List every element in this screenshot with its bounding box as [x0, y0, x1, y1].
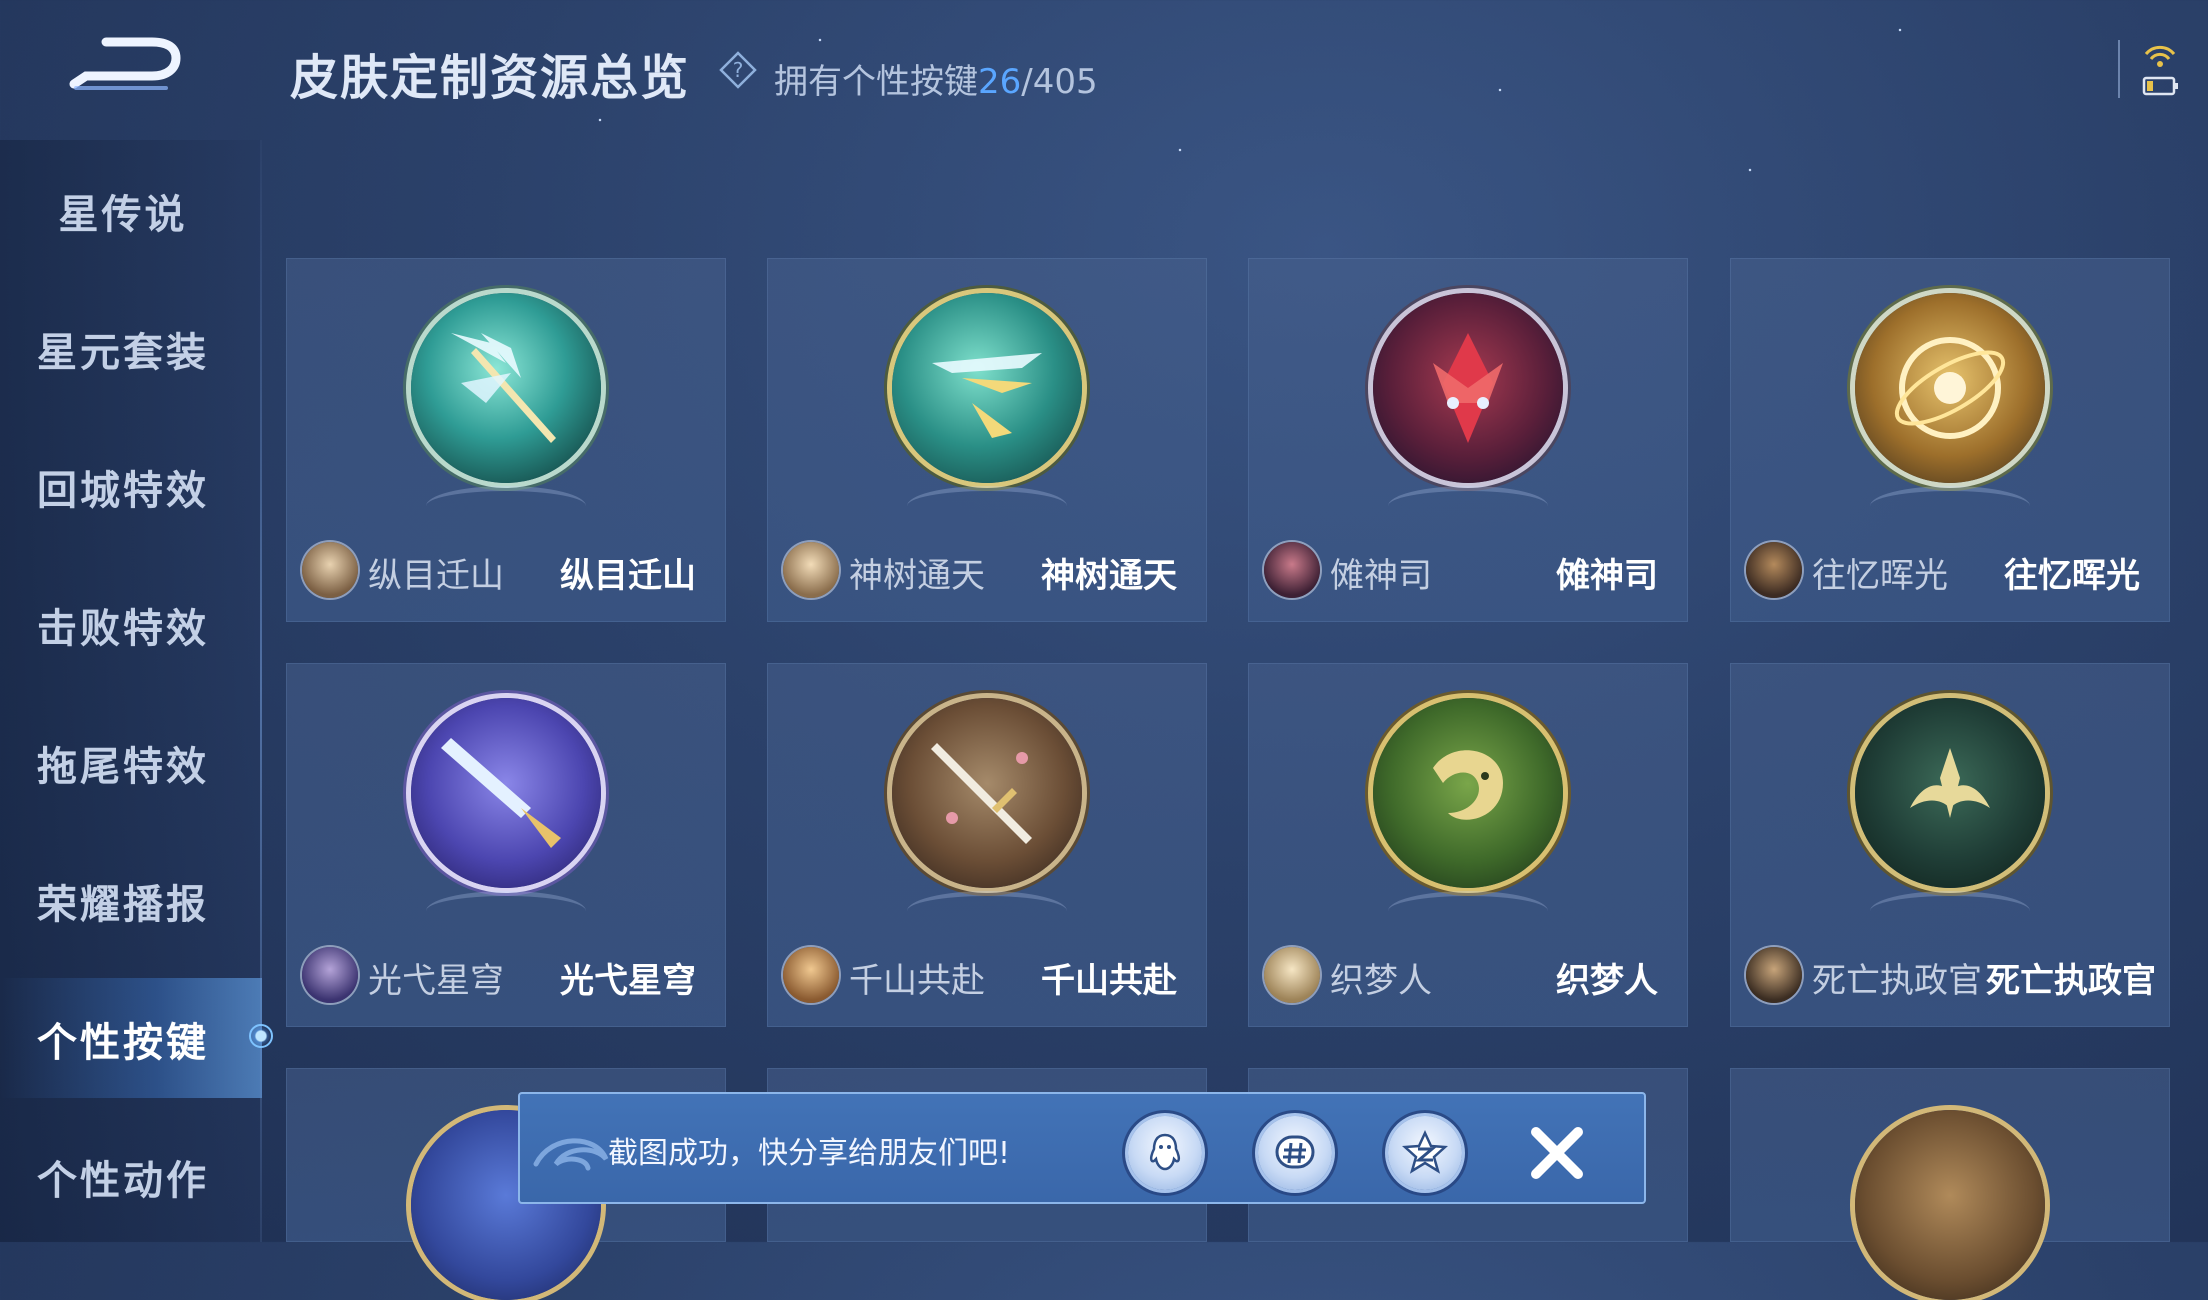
sidebar-item-trail-effect[interactable]: 拖尾特效 — [0, 734, 246, 792]
page-title: 皮肤定制资源总览 — [290, 50, 691, 106]
skin-card[interactable]: 纵目迁山 纵目迁山 — [286, 258, 726, 622]
crystal-sword-emblem-icon — [411, 698, 601, 888]
qzone-share-icon — [1401, 1130, 1449, 1174]
skin-name: 神树通天 — [1041, 556, 1177, 596]
sidebar-item-custom-actions[interactable]: 个性动作 — [0, 1148, 246, 1206]
hero-name: 往忆晖光 — [1812, 556, 1948, 596]
status-divider — [2118, 40, 2120, 98]
emblem-reflection — [1388, 486, 1548, 526]
dragon-emblem-icon — [1373, 698, 1563, 888]
hero-avatar — [1746, 542, 1802, 598]
emblem-reflection — [426, 891, 586, 931]
owned-count: 26 — [978, 62, 1022, 102]
gyroscope-emblem-icon — [1855, 293, 2045, 483]
emblem-reflection — [907, 486, 1067, 526]
mask-emblem-icon — [1373, 293, 1563, 483]
help-icon[interactable]: ? — [718, 50, 758, 90]
active-indicator-dot — [249, 1024, 273, 1048]
owned-label: 拥有个性按键 — [774, 62, 978, 102]
sidebar-item-glory-broadcast[interactable]: 荣耀播报 — [0, 872, 246, 930]
sidebar-divider — [260, 140, 262, 1242]
skin-card[interactable]: 千山共赴 千山共赴 — [767, 663, 1207, 1027]
emblem-reflection — [1870, 486, 2030, 526]
hero-avatar — [1264, 947, 1320, 1003]
hero-name: 神树通天 — [849, 556, 985, 596]
owned-keys-summary: 拥有个性按键26/405 — [774, 54, 1098, 103]
owned-total: /405 — [1021, 62, 1098, 102]
hero-avatar — [302, 947, 358, 1003]
hero-avatar — [302, 542, 358, 598]
back-arrow-icon — [69, 37, 181, 90]
emblem-partial-icon — [1855, 1110, 2045, 1300]
spear-emblem-icon — [411, 293, 601, 483]
hero-avatar — [783, 947, 839, 1003]
skin-name: 傩神司 — [1556, 556, 1658, 596]
close-icon — [1531, 1127, 1583, 1179]
sidebar-item-custom-buttons[interactable]: 个性按键 — [0, 1010, 246, 1068]
hero-name: 光弋星穹 — [368, 961, 504, 1001]
skin-name: 往忆晖光 — [2004, 556, 2140, 596]
sword-emblem-icon — [892, 698, 1082, 888]
skin-name: 千山共赴 — [1041, 961, 1177, 1001]
back-button[interactable] — [66, 34, 186, 96]
toast-message: 截图成功，快分享给朋友们吧! — [608, 1136, 1011, 1171]
emblem-reflection — [1870, 891, 2030, 931]
skin-card[interactable]: 死亡执政官 死亡执政官 — [1730, 663, 2170, 1027]
share-qzone-button[interactable] — [1388, 1116, 1462, 1190]
share-qq-button[interactable] — [1128, 1116, 1202, 1190]
hero-name: 死亡执政官 — [1812, 961, 1982, 1001]
hero-name: 千山共赴 — [849, 961, 985, 1001]
skin-name: 织梦人 — [1556, 961, 1658, 1001]
hero-avatar — [783, 542, 839, 598]
skin-card[interactable]: 织梦人 织梦人 — [1248, 663, 1688, 1027]
svg-text:?: ? — [733, 58, 744, 82]
emblem-reflection — [907, 891, 1067, 931]
skin-name: 纵目迁山 — [560, 556, 696, 596]
skin-name: 死亡执政官 — [1986, 961, 2156, 1001]
emblem-reflection — [1388, 891, 1548, 931]
branch-emblem-icon — [892, 293, 1082, 483]
close-toast-button[interactable] — [1524, 1120, 1590, 1186]
sidebar-item-star-legend[interactable]: 星传说 — [0, 182, 246, 240]
hero-avatar — [1746, 947, 1802, 1003]
skin-card[interactable]: 神树通天 神树通天 — [767, 258, 1207, 622]
sidebar-item-star-set[interactable]: 星元套装 — [0, 320, 246, 378]
hero-avatar — [1264, 542, 1320, 598]
share-wechat-button[interactable] — [1258, 1116, 1332, 1190]
reaper-emblem-icon — [1855, 698, 2045, 888]
skin-card[interactable]: 傩神司 傩神司 — [1248, 258, 1688, 622]
sidebar-item-recall-effect[interactable]: 回城特效 — [0, 458, 246, 516]
skin-card[interactable]: 往忆晖光 往忆晖光 — [1730, 258, 2170, 622]
skin-card-partial[interactable] — [1730, 1068, 2170, 1300]
sidebar-item-kill-effect[interactable]: 击败特效 — [0, 596, 246, 654]
hero-name: 织梦人 — [1330, 961, 1432, 1001]
skin-card[interactable]: 光弋星穹 光弋星穹 — [286, 663, 726, 1027]
wechat-share-icon — [1275, 1135, 1315, 1169]
screenshot-share-toast: 截图成功，快分享给朋友们吧! — [518, 1092, 1646, 1204]
hero-name: 纵目迁山 — [368, 556, 504, 596]
skin-name: 光弋星穹 — [560, 961, 696, 1001]
emblem-reflection — [426, 486, 586, 526]
qq-share-icon — [1149, 1133, 1181, 1171]
wifi-battery-icon — [2138, 40, 2182, 100]
hero-name: 傩神司 — [1330, 556, 1432, 596]
